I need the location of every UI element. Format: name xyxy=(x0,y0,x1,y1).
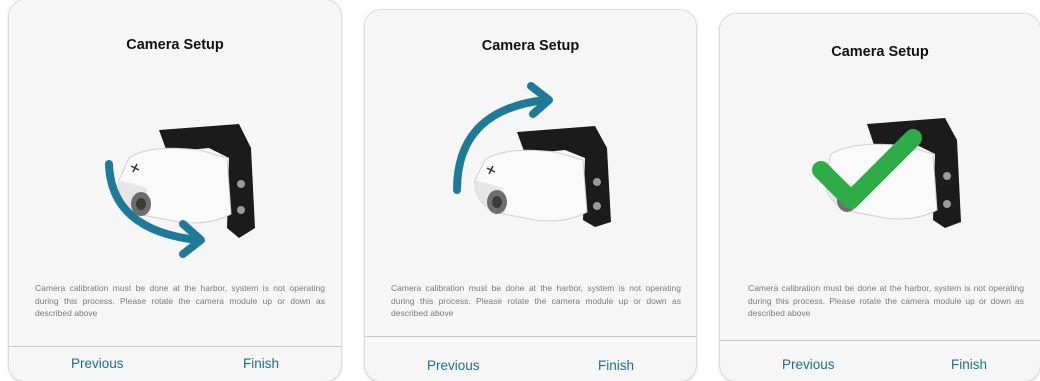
camera-module-illustration xyxy=(812,118,961,228)
footer-divider xyxy=(365,336,696,337)
camera-housing-icon xyxy=(474,149,588,222)
previous-button[interactable]: Previous xyxy=(71,356,124,371)
camera-housing-icon xyxy=(118,147,232,224)
finish-button[interactable]: Finish xyxy=(951,357,987,372)
camera-module-illustration xyxy=(453,82,611,227)
finish-button[interactable]: Finish xyxy=(243,356,279,371)
footer-divider xyxy=(9,346,341,347)
camera-setup-dialog-2: Camera Setup Camera calibration must be … xyxy=(365,10,696,381)
camera-setup-dialog-3: Camera Setup Camera calibration must be … xyxy=(720,14,1040,381)
calibration-description: Camera calibration must be done at the h… xyxy=(391,283,681,318)
camera-setup-dialog-1: Camera Setup Camera calibration must be … xyxy=(9,0,341,381)
previous-button[interactable]: Previous xyxy=(782,357,835,372)
previous-button[interactable]: Previous xyxy=(427,358,480,373)
dialog-title: Camera Setup xyxy=(126,37,224,53)
dialog-title: Camera Setup xyxy=(481,38,580,54)
camera-module-illustration xyxy=(105,124,255,258)
dialog-title: Camera Setup xyxy=(831,44,929,60)
footer-divider xyxy=(720,340,1040,341)
calibration-description: Camera calibration must be done at the h… xyxy=(35,283,325,318)
calibration-description: Camera calibration must be done at the h… xyxy=(748,283,1024,318)
finish-button[interactable]: Finish xyxy=(598,358,634,373)
